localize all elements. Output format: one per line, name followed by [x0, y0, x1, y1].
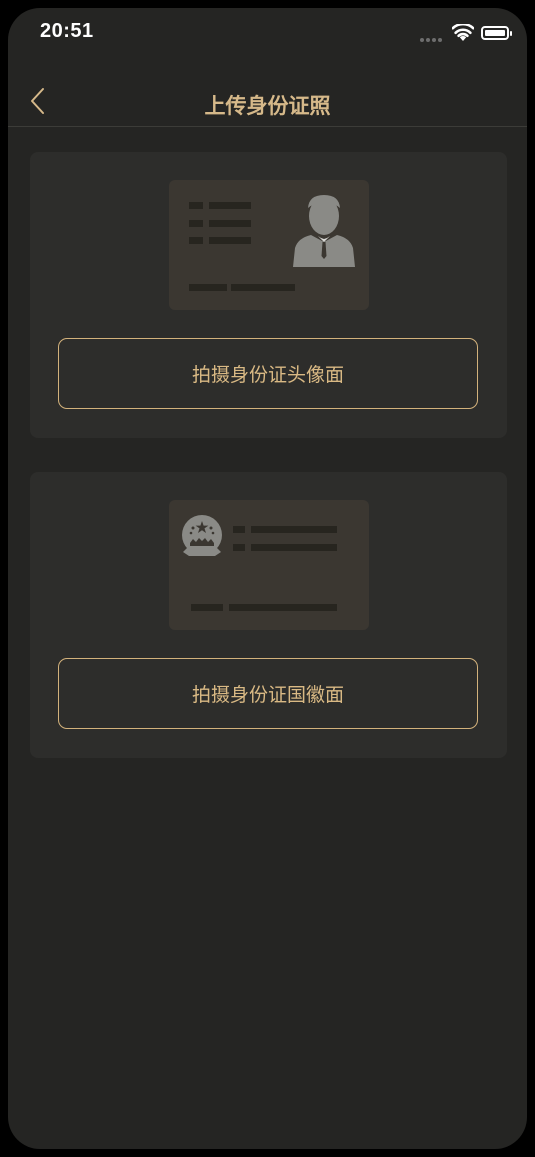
id-card-emblem-side-icon: [169, 500, 369, 630]
status-bar: 20:51: [8, 8, 527, 64]
id-card-portrait-side-icon: [169, 180, 369, 310]
status-time: 20:51: [40, 20, 94, 42]
id-back-card: 拍摄身份证国徽面: [30, 472, 507, 758]
page-title: 上传身份证照: [204, 94, 331, 118]
battery-icon: [481, 26, 512, 40]
navigation-bar: 上传身份证照: [8, 64, 527, 127]
person-silhouette-icon: [293, 195, 355, 267]
capture-back-button[interactable]: 拍摄身份证国徽面: [58, 658, 478, 729]
signal-dots-icon: [420, 38, 446, 44]
screen: 20:51 上传身份证照 拍摄身份证头像面 拍摄身份证国徽面: [8, 8, 527, 1149]
wifi-icon: [452, 24, 474, 41]
national-emblem-icon: [182, 515, 222, 556]
capture-front-button[interactable]: 拍摄身份证头像面: [58, 338, 478, 409]
id-front-card: 拍摄身份证头像面: [30, 152, 507, 438]
phone-frame: 20:51 上传身份证照 拍摄身份证头像面 拍摄身份证国徽面: [0, 0, 535, 1157]
